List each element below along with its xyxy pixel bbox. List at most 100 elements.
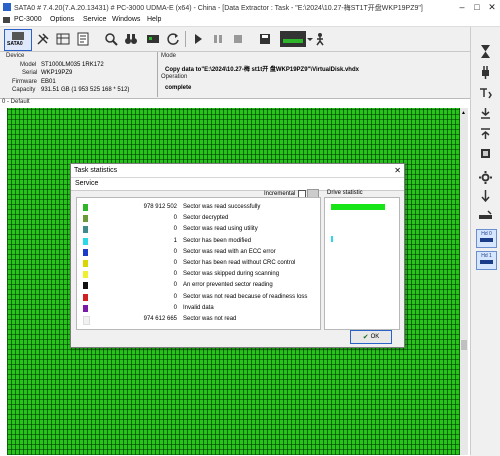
sata-port-button[interactable]: SATA0 xyxy=(4,29,32,51)
plug-icon[interactable] xyxy=(476,63,494,81)
serial-label: Serial xyxy=(22,70,38,76)
firmware-value: EB01 xyxy=(41,79,56,85)
mode-header: Mode xyxy=(161,53,177,59)
ok-button[interactable]: ✔ OK xyxy=(350,330,392,344)
pause-icon[interactable] xyxy=(210,31,226,47)
window-title: SATA0 # 7.4.20(7.A.20.13431) # PC-3000 U… xyxy=(14,5,423,12)
sector-map-scrollbar[interactable]: ▲ xyxy=(460,108,468,455)
chart-view-button[interactable] xyxy=(280,31,306,47)
firmware-label: Firmware xyxy=(12,79,37,85)
statistic-row: 0 An error prevented sector reading xyxy=(77,280,320,291)
tools-icon[interactable] xyxy=(35,31,51,47)
stop-icon[interactable] xyxy=(230,31,246,47)
menu-bar: PC-3000 Options Service Windows Help xyxy=(0,14,500,27)
status-color-swatch xyxy=(83,226,88,234)
mode-value: Copy data to"E:\2024\10.27-梅 st1t开 盘WKP1… xyxy=(165,67,359,73)
statistics-list: 978 912 502 Sector was read successfully 0… xyxy=(76,197,321,330)
title-bar: SATA0 # 7.4.20(7.A.20.13431) # PC-3000 U… xyxy=(0,0,500,14)
capacity-value: 931.51 GB (1 953 525 168 * 512) xyxy=(41,87,130,93)
statistic-row: 0 Sector was read with an ECC error xyxy=(77,247,320,258)
maximize-button[interactable]: □ xyxy=(470,1,484,13)
drive-statistic-label: Drive statistic xyxy=(327,190,363,196)
hourglass-icon[interactable] xyxy=(476,42,494,60)
document-icon[interactable] xyxy=(75,31,91,47)
statistic-description: Sector was not read because of readiness… xyxy=(183,293,308,300)
statistic-row: 0 Sector has been read without CRC contro… xyxy=(77,258,320,269)
power-on-icon[interactable] xyxy=(476,104,494,122)
statistic-count: 978 912 502 xyxy=(143,204,177,210)
statistic-row: 1 Sector has been modified xyxy=(77,236,320,247)
power-reset-icon[interactable] xyxy=(476,84,494,102)
statistic-description: Invalid data xyxy=(183,304,214,311)
statistic-row: 978 912 502 Sector was read successfully xyxy=(77,202,320,213)
arrow-down-icon[interactable] xyxy=(476,186,494,204)
exit-icon[interactable] xyxy=(312,31,328,47)
statistic-count: 0 xyxy=(173,271,177,278)
menu-help[interactable]: Help xyxy=(147,16,161,23)
scroll-thumb[interactable] xyxy=(461,340,467,350)
serial-value: WKP19PZ9 xyxy=(41,70,73,76)
toolbar-separator xyxy=(185,31,186,47)
capacity-label: Capacity xyxy=(12,87,36,93)
model-value: ST1000LM035 1RK172 xyxy=(41,62,104,68)
statistic-count: 0 xyxy=(173,304,177,311)
minimize-button[interactable]: – xyxy=(455,1,469,13)
app-icon xyxy=(3,3,11,11)
status-color-swatch xyxy=(83,316,90,325)
statistic-count: 974 612 665 xyxy=(143,316,177,322)
cpu-icon[interactable] xyxy=(476,144,494,162)
service-menu[interactable]: Service xyxy=(75,180,98,187)
statistic-description: Sector was read successfully xyxy=(183,204,261,210)
status-color-swatch xyxy=(83,293,88,301)
statistic-count: 0 xyxy=(173,282,177,289)
dialog-close-icon[interactable]: ✕ xyxy=(394,166,401,175)
hd0-drive-icon xyxy=(480,238,493,242)
statistic-description: Sector was read using utility xyxy=(183,226,258,233)
disk-map-icon[interactable] xyxy=(145,31,161,47)
status-color-swatch xyxy=(83,304,88,312)
power-off-icon[interactable] xyxy=(476,124,494,142)
binoculars-icon[interactable] xyxy=(123,31,139,47)
hd0-label: Hd 0 xyxy=(481,231,492,237)
port-label: SATA0 xyxy=(7,41,23,47)
drive-statistic-panel xyxy=(324,197,400,330)
refresh-icon[interactable] xyxy=(165,31,181,47)
scroll-up-arrow[interactable]: ▲ xyxy=(461,110,466,116)
menu-pc3000[interactable]: PC-3000 xyxy=(14,16,42,23)
table-icon[interactable] xyxy=(55,31,71,47)
drive-read-icon[interactable] xyxy=(476,207,494,225)
task-statistics-dialog: Task statistics ✕ Service Incremental Dr… xyxy=(70,163,405,348)
checkmark-icon: ✔ xyxy=(362,334,369,341)
statistic-count: 0 xyxy=(173,248,177,255)
statistic-row: 0 Invalid data xyxy=(77,303,320,314)
statistic-row: 0 Sector was read using utility xyxy=(77,224,320,235)
save-icon[interactable] xyxy=(257,31,273,47)
info-divider xyxy=(157,52,158,97)
hd0-button[interactable]: Hd 0 xyxy=(476,229,497,248)
statistic-description: Sector was skipped during scanning xyxy=(183,271,280,278)
play-icon[interactable] xyxy=(190,31,206,47)
status-color-swatch xyxy=(83,260,88,267)
pc3000-menu-icon xyxy=(3,17,10,23)
menu-options[interactable]: Options xyxy=(50,16,74,23)
drive-progress-track xyxy=(331,204,385,210)
status-color-swatch xyxy=(83,204,88,211)
drive-icon xyxy=(12,32,24,40)
settings-icon[interactable] xyxy=(476,168,494,186)
close-button[interactable]: ✕ xyxy=(485,1,499,13)
hd1-label: Hd 1 xyxy=(481,253,492,259)
status-color-swatch xyxy=(83,237,88,245)
menu-service[interactable]: Service xyxy=(83,16,106,23)
statistic-description: Sector was read with an ECC error xyxy=(183,248,276,255)
drive-modified-marker xyxy=(331,236,333,242)
operation-value: complete xyxy=(165,85,192,91)
statistic-description: Sector has been read without CRC control xyxy=(183,260,296,266)
statistic-row: 0 Sector was skipped during scanning xyxy=(77,269,320,280)
search-icon[interactable] xyxy=(103,31,119,47)
hd1-button[interactable]: Hd 1 xyxy=(476,251,497,270)
ok-label: OK xyxy=(370,334,380,340)
statistic-count: 0 xyxy=(173,260,177,266)
statistic-row: 0 Sector was not read because of readines… xyxy=(77,292,320,303)
menu-windows[interactable]: Windows xyxy=(112,16,140,23)
status-color-swatch xyxy=(83,282,88,290)
